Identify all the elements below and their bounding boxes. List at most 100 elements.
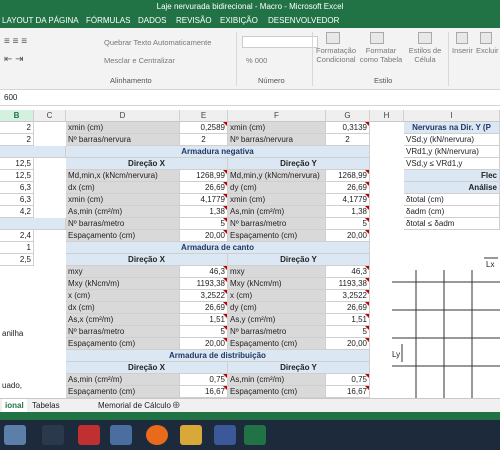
cell-e[interactable]: 3,2522: [180, 290, 228, 302]
right-panel-analise[interactable]: Análise: [404, 182, 500, 194]
cell-e[interactable]: 46,3: [180, 266, 228, 278]
book-icon[interactable]: [110, 425, 132, 445]
tool-icon[interactable]: [42, 425, 64, 445]
cell-b[interactable]: 2,4: [0, 230, 34, 242]
cell-f[interactable]: Espaçamento (cm): [228, 230, 326, 242]
col-header-e[interactable]: E: [180, 110, 228, 122]
delete-icon[interactable]: [480, 32, 492, 44]
cell-g[interactable]: 2: [326, 134, 370, 146]
right-panel-item[interactable]: VSd,y (kN/nervura): [404, 134, 500, 146]
right-panel-flecha[interactable]: Flec: [404, 170, 500, 182]
cell-b[interactable]: 2: [0, 134, 34, 146]
cell-b[interactable]: [0, 146, 66, 158]
cell-f[interactable]: Md,min,y (kNcm/nervura): [228, 170, 326, 182]
tab-page-layout[interactable]: LAYOUT DA PÁGINA: [2, 14, 79, 28]
direction-y-header[interactable]: Direção Y: [228, 254, 370, 266]
cell-e[interactable]: 20,00: [180, 338, 228, 350]
cell-e[interactable]: 26,69: [180, 182, 228, 194]
cell-e[interactable]: 20,00: [180, 230, 228, 242]
tab-data[interactable]: DADOS: [138, 14, 166, 28]
word-icon[interactable]: [214, 425, 236, 445]
direction-x-header[interactable]: Direção X: [66, 158, 228, 170]
cell-d[interactable]: x (cm): [66, 290, 180, 302]
right-panel-title[interactable]: Nervuras na Dir. Y (P: [404, 122, 500, 134]
cell-g[interactable]: 5: [326, 218, 370, 230]
right-panel-item[interactable]: δadm (cm): [404, 206, 500, 218]
cell-f[interactable]: x (cm): [228, 290, 326, 302]
cell-g[interactable]: 46,3: [326, 266, 370, 278]
insert-icon[interactable]: [456, 32, 468, 44]
right-panel-item[interactable]: δtotal ≤ δadm: [404, 218, 500, 230]
cell-f[interactable]: Espaçamento (cm): [228, 386, 326, 398]
cell-b[interactable]: 1: [0, 242, 34, 254]
cell-g[interactable]: 20,00: [326, 230, 370, 242]
cell-b[interactable]: 4,2: [0, 206, 34, 218]
cell-g[interactable]: 5: [326, 326, 370, 338]
cell-f[interactable]: As,min (cm²/m): [228, 206, 326, 218]
wrap-text-button[interactable]: Quebrar Texto Automaticamente: [104, 38, 211, 47]
delete-button[interactable]: Excluir: [476, 46, 499, 55]
cell-f[interactable]: As,min (cm²/m): [228, 374, 326, 386]
number-format-select[interactable]: [242, 36, 318, 48]
cell-e[interactable]: 2: [180, 134, 228, 146]
cell-f[interactable]: Nº barras/metro: [228, 326, 326, 338]
cell-d[interactable]: Espaçamento (cm): [66, 386, 180, 398]
computer-icon[interactable]: [4, 425, 26, 445]
cell-f[interactable]: Nº barras/nervura: [228, 134, 326, 146]
cell-f[interactable]: dy (cm): [228, 302, 326, 314]
col-header-i[interactable]: I: [404, 110, 500, 122]
cell-d[interactable]: dx (cm): [66, 302, 180, 314]
cell-f[interactable]: dy (cm): [228, 182, 326, 194]
cell-d[interactable]: As,min (cm²/m): [66, 374, 180, 386]
cell-g[interactable]: 0,75: [326, 374, 370, 386]
cell-f[interactable]: xmin (cm): [228, 194, 326, 206]
cell-d[interactable]: Espaçamento (cm): [66, 230, 180, 242]
section-header-distribuicao[interactable]: Armadura de distribuição: [66, 350, 370, 362]
cell-g[interactable]: 1,38: [326, 206, 370, 218]
cell-g[interactable]: 1,51: [326, 314, 370, 326]
cell-e[interactable]: 1193,38: [180, 278, 228, 290]
cell-f[interactable]: Espaçamento (cm): [228, 338, 326, 350]
cell-f[interactable]: Nº barras/metro: [228, 218, 326, 230]
cell-b-text[interactable]: anilha: [0, 328, 34, 340]
tab-view[interactable]: EXIBIÇÃO: [220, 14, 258, 28]
tab-formulas[interactable]: FÓRMULAS: [86, 14, 130, 28]
cell-f[interactable]: xmin (cm): [228, 122, 326, 134]
cell-g[interactable]: 0,3139: [326, 122, 370, 134]
cell-d[interactable]: dx (cm): [66, 182, 180, 194]
cell-g[interactable]: 26,69: [326, 182, 370, 194]
col-header-d[interactable]: D: [66, 110, 180, 122]
cell-d[interactable]: Mxy (kNcm/m): [66, 278, 180, 290]
col-header-c[interactable]: C: [34, 110, 66, 122]
col-header-h[interactable]: H: [370, 110, 404, 122]
cell-g[interactable]: 26,69: [326, 302, 370, 314]
cell-b[interactable]: 6,3: [0, 182, 34, 194]
firefox-icon[interactable]: [146, 425, 168, 445]
sheet-tab-tabelas[interactable]: Tabelas: [32, 399, 60, 412]
cell-e[interactable]: 0,2589: [180, 122, 228, 134]
excel-icon[interactable]: [244, 425, 266, 445]
cell-e[interactable]: 1,38: [180, 206, 228, 218]
cell-g[interactable]: 4,1779: [326, 194, 370, 206]
formula-bar[interactable]: 600: [0, 90, 500, 106]
tab-review[interactable]: REVISÃO: [176, 14, 212, 28]
cell-d[interactable]: mxy: [66, 266, 180, 278]
cell-f[interactable]: Mxy (kNcm/m): [228, 278, 326, 290]
cell-d[interactable]: Nº barras/metro: [66, 218, 180, 230]
tab-developer[interactable]: DESENVOLVEDOR: [268, 14, 339, 28]
conditional-format-icon[interactable]: [326, 32, 340, 44]
right-panel-item[interactable]: VRd1,y (kN/nervura): [404, 146, 500, 158]
direction-y-header[interactable]: Direção Y: [228, 158, 370, 170]
col-header-g[interactable]: G: [326, 110, 370, 122]
cell-g[interactable]: 20,00: [326, 338, 370, 350]
cell-e[interactable]: 0,75: [180, 374, 228, 386]
cell-e[interactable]: 1268,99: [180, 170, 228, 182]
cell-g[interactable]: 3,2522: [326, 290, 370, 302]
cell-e[interactable]: 1,51: [180, 314, 228, 326]
cell-b[interactable]: 12,5: [0, 158, 34, 170]
cell-b[interactable]: 2,5: [0, 254, 34, 266]
cell-g[interactable]: 16,67: [326, 386, 370, 398]
cell-e[interactable]: 26,69: [180, 302, 228, 314]
merge-center-button[interactable]: Mesclar e Centralizar: [104, 56, 175, 65]
align-icon[interactable]: ≡ ≡ ≡: [4, 36, 27, 47]
